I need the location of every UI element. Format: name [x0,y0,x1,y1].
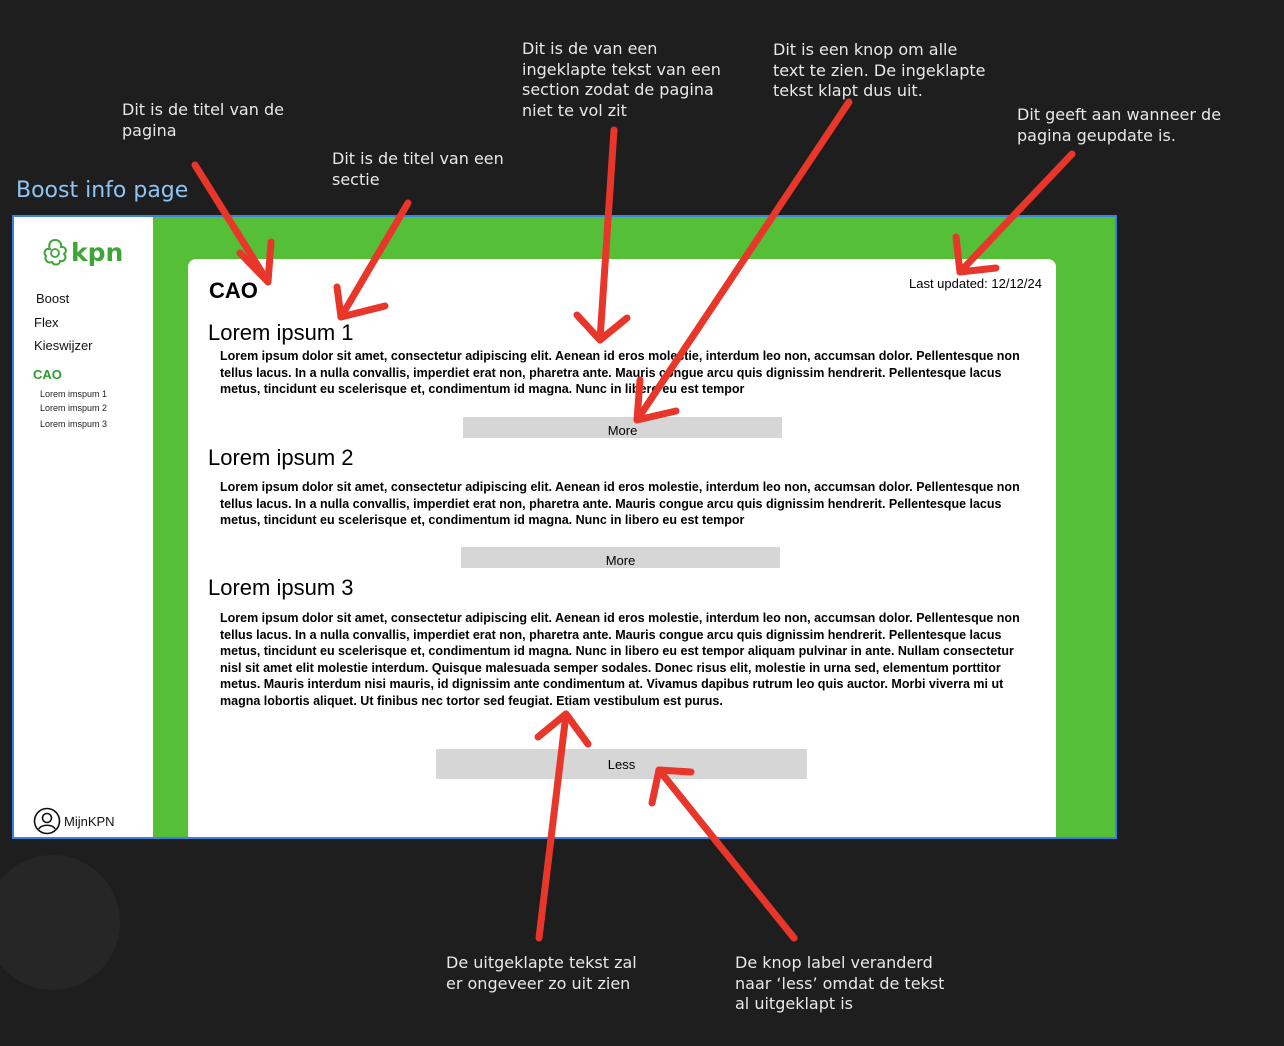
arrow-button [633,98,853,424]
arrow-expanded-text [534,710,592,942]
arrow-collapsed-text [573,126,631,344]
arrow-section-title [333,199,412,321]
arrow-page-title [191,161,275,286]
arrow-less-label [648,766,798,942]
annotation-arrows [191,98,1076,942]
arrow-updated [952,150,1076,276]
